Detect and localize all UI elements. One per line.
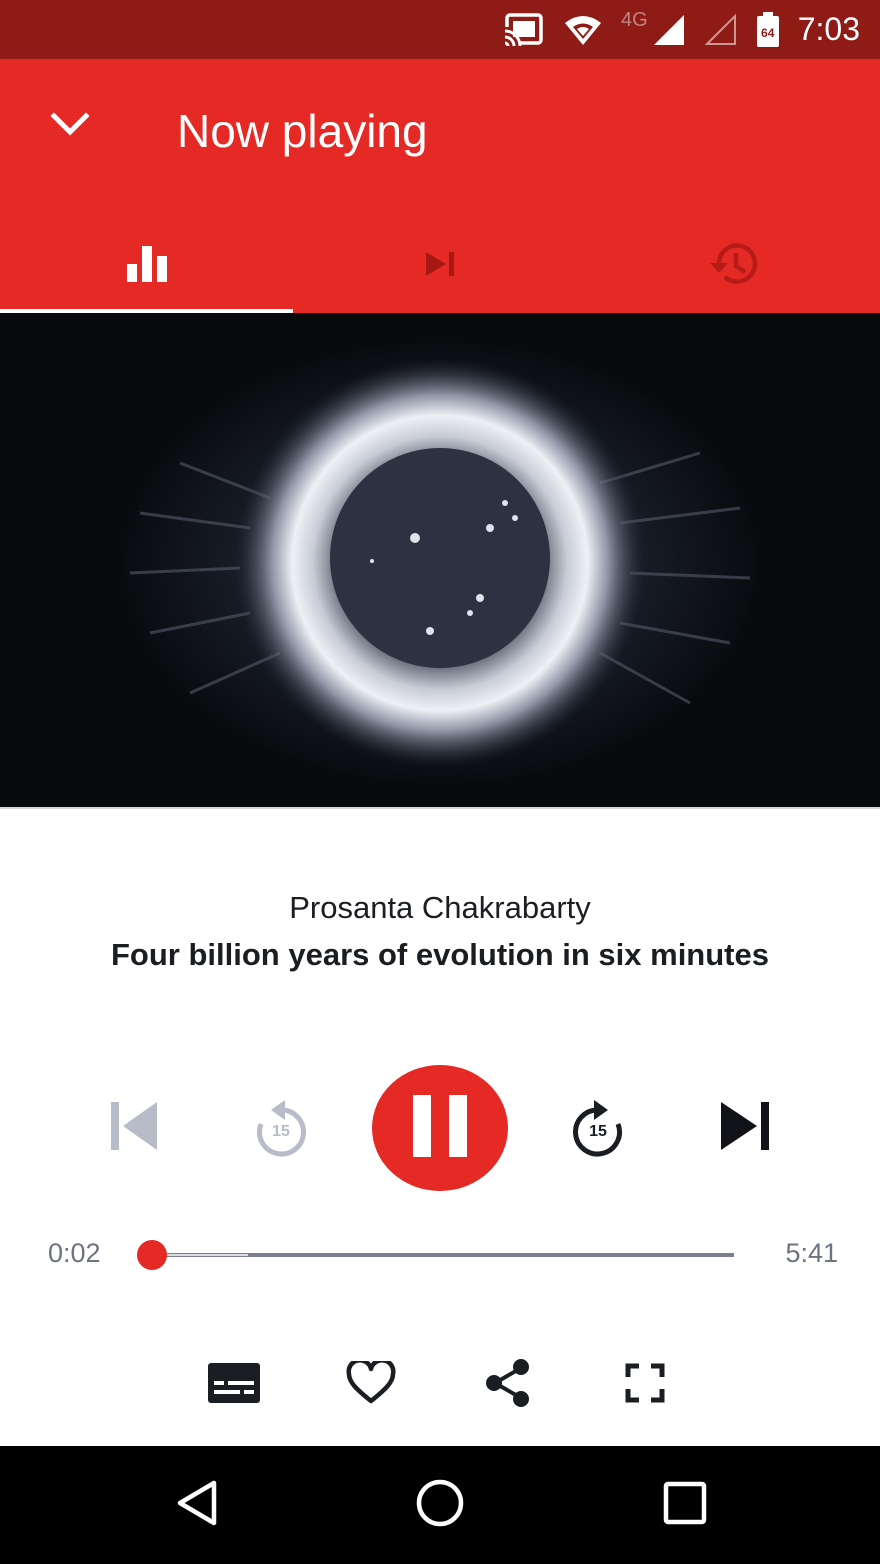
talk-artwork <box>0 313 880 807</box>
network-type-label: 4G <box>621 9 648 31</box>
fullscreen-button[interactable] <box>610 1350 680 1420</box>
battery-level: 64 <box>761 25 775 40</box>
app-bar: Now playing <box>0 59 880 313</box>
signal-icon <box>652 13 686 47</box>
tab-up-next[interactable] <box>293 219 586 313</box>
heart-icon <box>346 1357 396 1410</box>
wifi-icon <box>563 13 603 47</box>
skip-next-icon <box>424 250 456 283</box>
divider <box>0 807 880 809</box>
status-icons: 4G 64 7:03 <box>503 0 860 59</box>
collapse-button[interactable] <box>40 97 100 157</box>
battery-icon: 64 <box>756 11 780 48</box>
back-button[interactable] <box>162 1470 232 1540</box>
fullscreen-icon <box>625 1363 665 1408</box>
nebula-artwork <box>0 313 880 807</box>
forward-seconds-label: 15 <box>589 1123 607 1140</box>
speaker-name: Prosanta Chakrabarty <box>289 890 591 925</box>
progress-track[interactable] <box>148 1253 734 1257</box>
signal-empty-icon <box>704 13 738 47</box>
replay-15-icon: 15 <box>251 1098 311 1162</box>
total-time: 5:41 <box>785 1238 838 1268</box>
next-button[interactable] <box>710 1090 780 1166</box>
action-row <box>0 1350 880 1420</box>
forward-15-icon: 15 <box>568 1098 628 1162</box>
favorite-button[interactable] <box>336 1350 406 1420</box>
playback-controls: 15 15 <box>0 1060 880 1200</box>
status-bar: 4G 64 7:03 <box>0 0 880 59</box>
share-icon <box>483 1358 533 1413</box>
recents-icon <box>663 1481 707 1530</box>
pause-icon <box>413 1094 467 1162</box>
subtitles-icon <box>208 1362 260 1408</box>
now-playing-screen: 4G 64 7:03 Now playing Prosanta Chakraba… <box>0 0 880 1564</box>
subtitles-button[interactable] <box>199 1350 269 1420</box>
rewind-seconds-label: 15 <box>272 1123 290 1140</box>
system-nav-bar <box>0 1446 880 1564</box>
recents-button[interactable] <box>650 1470 720 1540</box>
tab-bar <box>0 219 880 313</box>
clock: 7:03 <box>797 11 860 47</box>
back-icon <box>174 1479 220 1532</box>
page-title: Now playing <box>177 105 428 157</box>
talk-title: Four billion years of evolution in six m… <box>111 937 769 972</box>
tab-history[interactable] <box>587 219 880 313</box>
share-button[interactable] <box>473 1350 543 1420</box>
equalizer-icon <box>126 245 167 287</box>
cast-icon <box>503 12 545 47</box>
pause-button[interactable] <box>372 1065 508 1191</box>
previous-button[interactable] <box>100 1090 170 1166</box>
home-icon <box>415 1478 465 1533</box>
skip-next-icon <box>719 1100 771 1157</box>
forward-15-button[interactable]: 15 <box>560 1090 636 1170</box>
rewind-15-button[interactable]: 15 <box>243 1090 319 1170</box>
history-icon <box>707 241 759 292</box>
elapsed-time: 0:02 <box>48 1238 101 1268</box>
tab-now-playing[interactable] <box>0 219 293 313</box>
skip-previous-icon <box>109 1100 161 1157</box>
progress-thumb[interactable] <box>137 1240 167 1270</box>
home-button[interactable] <box>405 1470 475 1540</box>
chevron-down-icon <box>50 111 90 143</box>
